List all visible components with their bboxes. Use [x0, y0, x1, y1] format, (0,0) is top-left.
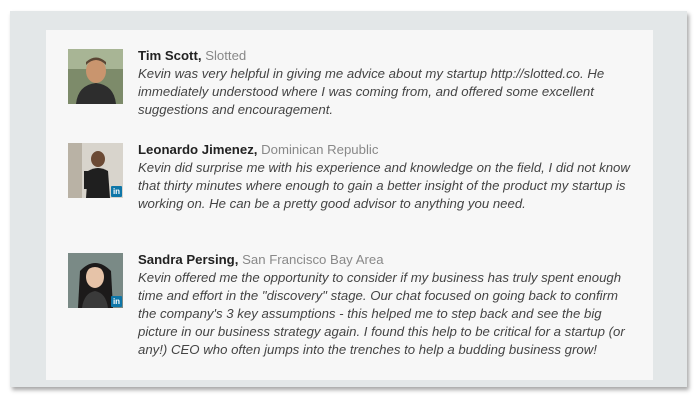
reviewer-org: San Francisco Bay Area: [242, 252, 384, 267]
testimonial-text: Sandra Persing, San Francisco Bay Area K…: [138, 251, 638, 359]
avatar[interactable]: in: [68, 143, 123, 198]
testimonials-frame: Tim Scott, Slotted Kevin was very helpfu…: [10, 11, 687, 387]
testimonial-quote: Kevin did surprise me with his experienc…: [138, 160, 630, 211]
testimonial-text: Leonardo Jimenez, Dominican Republic Kev…: [138, 141, 638, 213]
reviewer-name[interactable]: Sandra Persing: [138, 252, 235, 267]
name-separator: ,: [234, 252, 239, 267]
testimonial-text: Tim Scott, Slotted Kevin was very helpfu…: [138, 47, 638, 119]
reviewer-name[interactable]: Leonardo Jimenez: [138, 142, 254, 157]
avatar[interactable]: in: [68, 253, 123, 308]
linkedin-icon[interactable]: in: [111, 186, 122, 197]
testimonial-quote: Kevin was very helpful in giving me advi…: [138, 66, 605, 117]
reviewer-org: Dominican Republic: [261, 142, 379, 157]
name-separator: ,: [197, 48, 202, 63]
reviewer-org: Slotted: [205, 48, 247, 63]
avatar[interactable]: [68, 49, 123, 104]
testimonial-quote: Kevin offered me the opportunity to cons…: [138, 270, 625, 357]
reviewer-name[interactable]: Tim Scott: [138, 48, 198, 63]
name-separator: ,: [253, 142, 258, 157]
testimonials-card: Tim Scott, Slotted Kevin was very helpfu…: [46, 30, 653, 380]
linkedin-icon[interactable]: in: [111, 296, 122, 307]
